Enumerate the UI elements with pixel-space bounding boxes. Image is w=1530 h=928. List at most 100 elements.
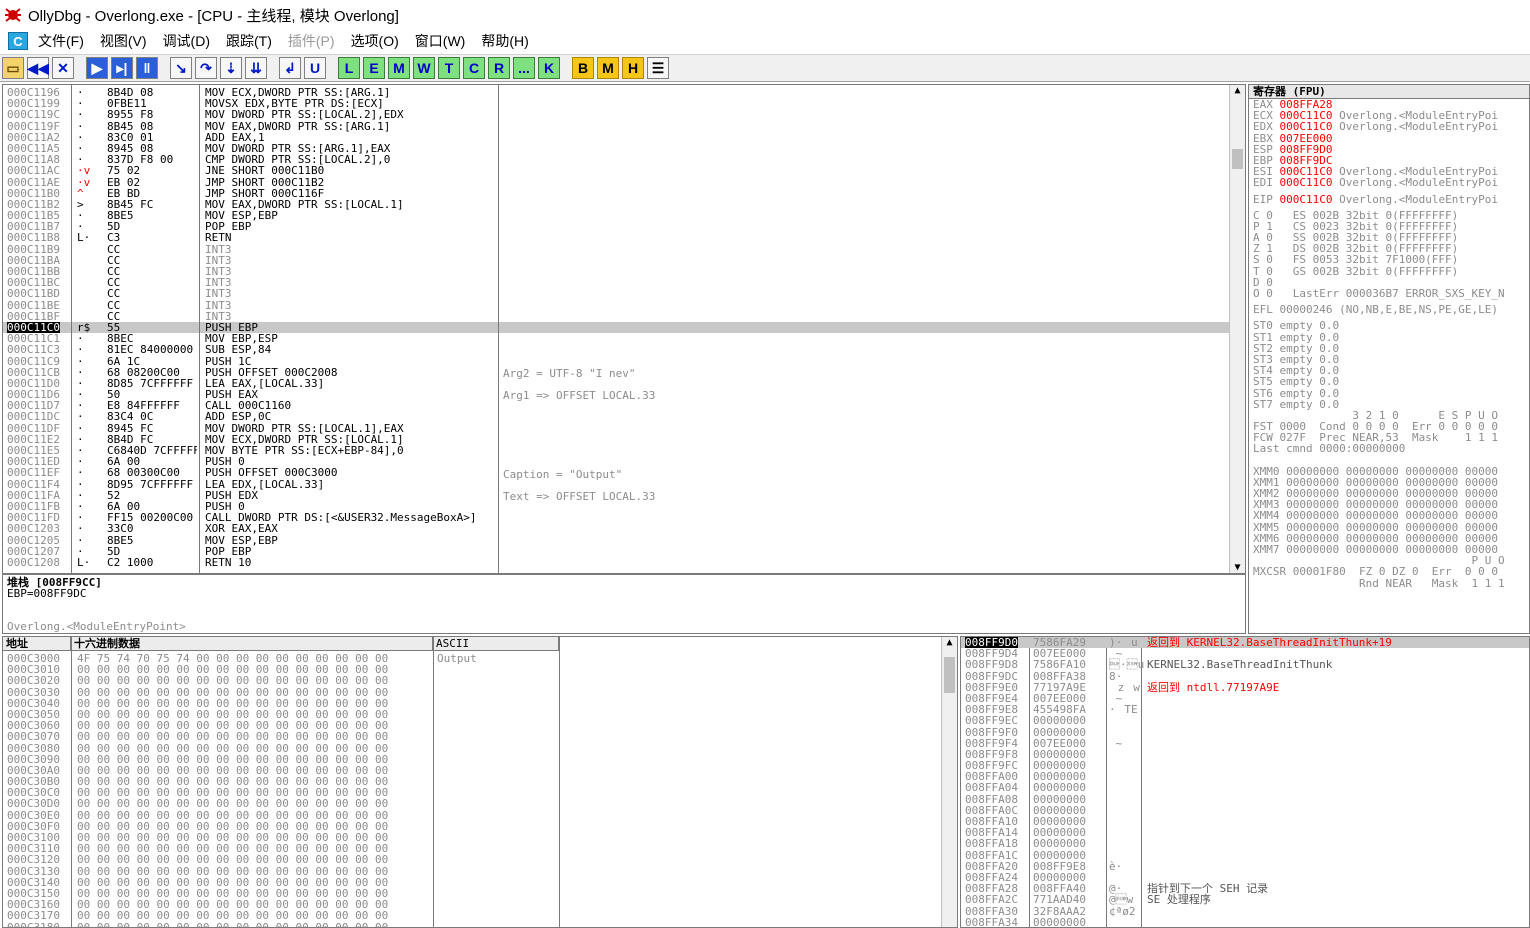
dump-row[interactable]: 000C3020 00 00 00 00 00 00 00 00 00 00 00… bbox=[3, 675, 939, 686]
register-value[interactable]: 000C11C0 bbox=[1280, 193, 1333, 206]
efl-register[interactable]: EFL 00000246 (NO,NB,E,BE,NS,PE,GE,LE) bbox=[1253, 304, 1529, 315]
disasm-row[interactable]: 000C119F · 8B45 08 MOV EAX,DWORD PTR SS:[AR… bbox=[3, 120, 1229, 131]
disasm-address[interactable]: 000C11BD bbox=[7, 288, 60, 299]
toolbar-window-button-5[interactable]: C bbox=[463, 57, 485, 79]
fpu-st-register[interactable]: ST5 empty 0.0 bbox=[1253, 376, 1529, 387]
disasm-row[interactable]: 000C11C1 · 8BEC MOV EBP,ESP bbox=[3, 333, 1229, 344]
trace-over-icon[interactable]: ⇊ bbox=[245, 57, 267, 79]
dump-header-hex[interactable]: 十六进制数据 bbox=[71, 637, 433, 651]
registers-header[interactable]: 寄存器 (FPU) bbox=[1249, 85, 1529, 99]
disasm-address[interactable]: 000C119C bbox=[7, 109, 60, 120]
dump-row[interactable]: 000C3120 00 00 00 00 00 00 00 00 00 00 00… bbox=[3, 854, 939, 865]
stack-row[interactable]: 008FF9D8 7586FA10 ·u KERNEL32.BaseThreadI… bbox=[961, 659, 1529, 670]
disasm-row[interactable]: 000C11B8 L· C3 RETN bbox=[3, 232, 1229, 243]
disasm-address[interactable]: 000C11B8 bbox=[7, 232, 60, 243]
stack-value[interactable]: 00000000 bbox=[1033, 715, 1086, 726]
restart-icon[interactable]: ◀◀ bbox=[27, 57, 49, 79]
dump-ascii[interactable]: Output bbox=[437, 653, 477, 664]
disasm-address[interactable]: 000C1203 bbox=[7, 523, 60, 534]
disasm-address[interactable]: 000C11DC bbox=[7, 411, 60, 422]
dump-scrollbar[interactable]: ▲ bbox=[941, 637, 957, 927]
dump-address[interactable]: 000C30D0 bbox=[7, 798, 60, 809]
stack-row[interactable]: 008FFA34 00000000 bbox=[961, 916, 1529, 927]
stack-value[interactable]: 00000000 bbox=[1033, 916, 1086, 927]
disasm-address[interactable]: 000C11AC bbox=[7, 165, 60, 176]
dump-row[interactable]: 000C3070 00 00 00 00 00 00 00 00 00 00 00… bbox=[3, 731, 939, 742]
disasm-row[interactable]: 000C11A5 · 8945 08 MOV DWORD PTR SS:[ARG.1]… bbox=[3, 143, 1229, 154]
stack-address[interactable]: 008FFA34 bbox=[965, 916, 1018, 927]
menu-item-2[interactable]: 调试(D) bbox=[163, 31, 210, 51]
menu-item-5[interactable]: 选项(O) bbox=[351, 31, 399, 51]
stack-address[interactable]: 008FFA2C bbox=[965, 894, 1018, 905]
trace-into-icon[interactable]: ⇣ bbox=[220, 57, 242, 79]
disasm-row[interactable]: 000C11B7 · 5D POP EBP bbox=[3, 221, 1229, 232]
scroll-up-icon[interactable]: ▲ bbox=[1230, 85, 1245, 96]
disasm-row[interactable]: 000C11ED · 6A 00 PUSH 0 bbox=[3, 456, 1229, 467]
menu-item-3[interactable]: 跟踪(T) bbox=[226, 31, 272, 51]
scroll-down-icon[interactable]: ▼ bbox=[1230, 562, 1245, 573]
stack-address[interactable]: 008FFA04 bbox=[965, 782, 1018, 793]
register-value[interactable]: 000C11C0 bbox=[1280, 176, 1333, 189]
disasm-row[interactable]: 000C11DF · 8945 FC MOV DWORD PTR SS:[LOCAL.… bbox=[3, 422, 1229, 433]
disasm-row[interactable]: 000C11B5 · 8BE5 MOV ESP,EBP bbox=[3, 210, 1229, 221]
dump-address[interactable]: 000C3120 bbox=[7, 854, 60, 865]
step-icon[interactable]: ▸| bbox=[111, 57, 133, 79]
disasm-address[interactable]: 000C11C3 bbox=[7, 344, 60, 355]
execute-till-return-icon[interactable]: ↲ bbox=[279, 57, 301, 79]
dump-hex-bytes[interactable]: 00 00 00 00 00 00 00 00 00 00 00 00 00 0… bbox=[77, 921, 388, 927]
registers-pane[interactable]: 寄存器 (FPU) EAX 008FFA28 ECX 000C11C0 Over… bbox=[1248, 84, 1530, 634]
step-over-icon[interactable]: ↷ bbox=[195, 57, 217, 79]
menu-item-7[interactable]: 帮助(H) bbox=[481, 31, 528, 51]
toolbar-window-button-0[interactable]: L bbox=[338, 57, 360, 79]
disasm-row[interactable]: 000C11DC · 83C4 0C ADD ESP,0C bbox=[3, 411, 1229, 422]
toolbar-bp-button-0[interactable]: B bbox=[572, 57, 594, 79]
disasm-row[interactable]: 000C11E5 · C6840D 7CFFFFFF MOV BYTE PTR SS:… bbox=[3, 445, 1229, 456]
register-edi[interactable]: EDI 000C11C0 Overlong.<ModuleEntryPoi bbox=[1253, 177, 1529, 188]
stack-row[interactable]: 008FF9F0 00000000 bbox=[961, 726, 1529, 737]
stack-address[interactable]: 008FFA18 bbox=[965, 838, 1018, 849]
dump-row[interactable]: 000C3080 00 00 00 00 00 00 00 00 00 00 00… bbox=[3, 742, 939, 753]
menu-item-6[interactable]: 窗口(W) bbox=[415, 31, 466, 51]
disasm-row[interactable]: 000C11BF CC INT3 bbox=[3, 311, 1229, 322]
disasm-row[interactable]: 000C1208 L· C2 1000 RETN 10 bbox=[3, 557, 1229, 568]
run-icon[interactable]: ▶ bbox=[86, 57, 108, 79]
stack-address[interactable]: 008FF9D8 bbox=[965, 659, 1018, 670]
hex-dump-pane[interactable]: 地址 十六进制数据 ASCII 000C3000 4F 75 74 70 75 7… bbox=[2, 636, 958, 928]
disassembly-scrollbar[interactable]: ▲ ▼ bbox=[1229, 85, 1245, 573]
disasm-row[interactable]: 000C1205 · 8BE5 MOV ESP,EBP bbox=[3, 534, 1229, 545]
list-icon[interactable]: ☰ bbox=[647, 57, 669, 79]
disasm-row[interactable]: 000C11AC ·v 75 02 JNE SHORT 000C11B0 bbox=[3, 165, 1229, 176]
execute-till-user-code-icon[interactable]: U bbox=[304, 57, 326, 79]
disasm-row[interactable]: 000C11BA CC INT3 bbox=[3, 255, 1229, 266]
stack-value[interactable]: 00000000 bbox=[1033, 838, 1086, 849]
stack-pane[interactable]: 008FF9D0 7586FA29)·u 返回到 KERNEL32.BaseThr… bbox=[960, 636, 1530, 928]
disasm-row[interactable]: 000C11C9 · 6A 1C PUSH 1C bbox=[3, 355, 1229, 366]
disasm-row[interactable]: 000C11A2 · 83C0 01 ADD EAX,1 bbox=[3, 132, 1229, 143]
disasm-row[interactable]: 000C11BC CC INT3 bbox=[3, 277, 1229, 288]
flag-segment-row[interactable]: T 0 GS 002B 32bit 0(FFFFFFFF) bbox=[1253, 265, 1529, 276]
dump-row[interactable]: 000C3180 00 00 00 00 00 00 00 00 00 00 00… bbox=[3, 921, 939, 927]
disasm-row[interactable]: 000C11B0 ^ EB BD JMP SHORT 000C116F bbox=[3, 187, 1229, 198]
disasm-row[interactable]: 000C11E2 · 8B4D FC MOV ECX,DWORD PTR SS:[LO… bbox=[3, 434, 1229, 445]
disasm-row[interactable]: 000C11B2 > 8B45 FC MOV EAX,DWORD PTR SS:[L… bbox=[3, 199, 1229, 210]
toolbar-bp-button-1[interactable]: M bbox=[597, 57, 619, 79]
stack-value[interactable]: 771AAD40 bbox=[1033, 894, 1086, 905]
flag-segment-row[interactable]: O 0 LastErr 000036B7 ERROR_SXS_KEY_N bbox=[1253, 288, 1529, 299]
toolbar-window-button-3[interactable]: W bbox=[413, 57, 435, 79]
scroll-up-icon[interactable]: ▲ bbox=[942, 637, 957, 648]
disasm-row[interactable]: 000C11BB CC INT3 bbox=[3, 266, 1229, 277]
toolbar-window-button-4[interactable]: T bbox=[438, 57, 460, 79]
toolbar-window-button-8[interactable]: K bbox=[538, 57, 560, 79]
dump-hex-bytes[interactable]: 00 00 00 00 00 00 00 00 00 00 00 00 00 0… bbox=[77, 910, 388, 921]
fpu-st-register[interactable]: ST0 empty 0.0 bbox=[1253, 320, 1529, 331]
disasm-row[interactable]: 000C11A8 · 837D F8 00 CMP DWORD PTR SS:[LOC… bbox=[3, 154, 1229, 165]
disasm-row[interactable]: 000C11BD CC INT3 bbox=[3, 288, 1229, 299]
disasm-row[interactable]: 000C11B9 CC INT3 bbox=[3, 243, 1229, 254]
pause-icon[interactable]: ‖ bbox=[136, 57, 158, 79]
xmm-register[interactable]: XMM4 00000000 00000000 00000000 00000 bbox=[1253, 510, 1529, 521]
dump-hex-bytes[interactable]: 00 00 00 00 00 00 00 00 00 00 00 00 00 0… bbox=[77, 854, 388, 865]
dump-address[interactable]: 000C3170 bbox=[7, 910, 60, 921]
toolbar-window-button-6[interactable]: R bbox=[488, 57, 510, 79]
stack-row[interactable]: 008FF9EC 00000000 bbox=[961, 715, 1529, 726]
stack-value[interactable]: 00000000 bbox=[1033, 782, 1086, 793]
